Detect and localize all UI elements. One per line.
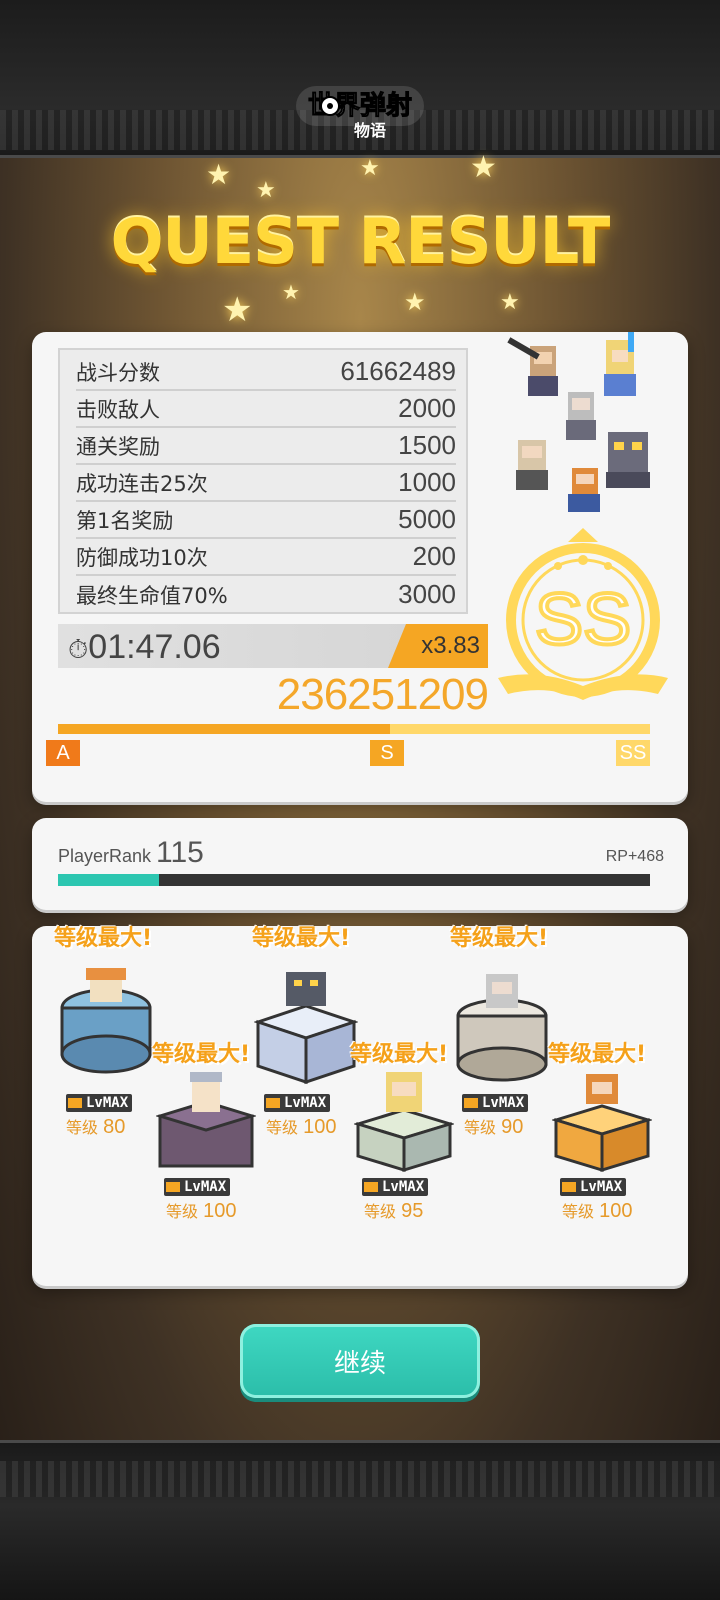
- stopwatch-icon: ⏱: [68, 634, 89, 664]
- score-row: 成功连击25次 1000: [76, 465, 456, 502]
- star-icon: ★: [206, 158, 232, 191]
- character-pedestal-icon: [60, 968, 152, 1074]
- score-row: 第1名奖励 5000: [76, 502, 456, 539]
- score-value: 200: [412, 541, 456, 571]
- star-icon: ★: [282, 280, 300, 304]
- page-title: QUEST RESULT: [110, 205, 611, 278]
- score-value: 2000: [398, 393, 456, 423]
- character-level: 等级 100: [166, 1200, 237, 1222]
- score-row: 战斗分数 61662489: [76, 354, 456, 391]
- checker-pattern: [0, 1461, 720, 1497]
- bottom-bar: [0, 1440, 720, 1600]
- grade-emblem: SS: [498, 528, 668, 700]
- rank-points-gain: RP+468: [605, 848, 664, 865]
- score-value: 1500: [398, 430, 456, 460]
- score-label: 第1名奖励: [76, 508, 174, 533]
- star-icon: ★: [222, 290, 253, 330]
- score-label: 防御成功10次: [76, 545, 208, 570]
- score-row: 击败敌人 2000: [76, 391, 456, 428]
- grade-text: SS: [535, 580, 631, 660]
- player-rank-progress-fill: [58, 874, 159, 886]
- score-label: 最终生命值70%: [76, 583, 228, 608]
- character-pedestal-icon: [156, 1072, 256, 1168]
- score-label: 通关奖励: [76, 434, 160, 459]
- level-max-badge: LvMAX: [462, 1094, 529, 1112]
- character-level: 等级 100: [266, 1116, 337, 1138]
- score-value: 5000: [398, 504, 456, 534]
- level-max-badge: LvMAX: [264, 1094, 331, 1112]
- svg-text:物语: 物语: [354, 121, 386, 140]
- grade-mark-ss: SS: [616, 740, 650, 766]
- star-icon: ★: [256, 178, 276, 203]
- player-rank-progress-track: [58, 874, 650, 886]
- character-pedestal-icon: [254, 972, 358, 1085]
- level-max-label: 等级最大!: [450, 926, 549, 951]
- character-level: 等级 100: [562, 1200, 633, 1222]
- score-row: 通关奖励 1500: [76, 428, 456, 465]
- score-value: 61662489: [340, 356, 456, 386]
- score-table: 战斗分数 61662489 击败敌人 2000 通关奖励 1500 成功连击25…: [58, 348, 468, 614]
- star-icon: ★: [470, 150, 497, 185]
- characters-panel: 等级最大! LvMAX 等级 80 等级最大! LvMAX 等级 100 等级最…: [32, 926, 688, 1286]
- score-row: 防御成功10次 200: [76, 539, 456, 576]
- star-icon: ★: [500, 290, 520, 315]
- score-row: 最终生命值70% 3000: [76, 576, 456, 613]
- level-max-badge: LvMAX: [362, 1178, 429, 1196]
- character-level: 等级 90: [464, 1116, 524, 1138]
- score-label: 战斗分数: [76, 360, 160, 385]
- star-icon: ★: [404, 288, 426, 316]
- character-level: 等级 80: [66, 1116, 126, 1138]
- timer: ⏱01:47.06: [68, 628, 221, 667]
- score-value: 1000: [398, 467, 456, 497]
- level-max-label: 等级最大!: [152, 1042, 251, 1067]
- character-pedestal-icon: [552, 1074, 652, 1173]
- result-panel: 战斗分数 61662489 击败敌人 2000 通关奖励 1500 成功连击25…: [32, 332, 688, 802]
- level-max-label: 等级最大!: [54, 926, 153, 951]
- continue-button[interactable]: 继续: [240, 1324, 480, 1398]
- level-max-badge: LvMAX: [66, 1094, 133, 1112]
- score-label: 击败敌人: [76, 397, 160, 422]
- level-max-badge: LvMAX: [560, 1178, 627, 1196]
- player-rank-panel: PlayerRank 115 RP+468: [32, 818, 688, 910]
- grade-progress-fill: [58, 724, 390, 734]
- grade-progress-track: [58, 724, 650, 734]
- player-rank-value: 115: [156, 836, 204, 869]
- character-pedestal-icon: [456, 974, 548, 1082]
- level-max-label: 等级最大!: [252, 926, 351, 951]
- character-sprite-icon: [507, 337, 558, 396]
- level-max-badge: LvMAX: [164, 1178, 231, 1196]
- game-logo: 世界弹射 物语: [296, 86, 424, 140]
- character-pedestal-icon: [354, 1072, 454, 1173]
- top-bar: 世界弹射 物语: [0, 0, 720, 158]
- score-label: 成功连击25次: [76, 471, 208, 496]
- grade-mark-a: A: [46, 740, 80, 766]
- party-sprites: [507, 332, 650, 512]
- score-value: 3000: [398, 579, 456, 609]
- level-max-label: 等级最大!: [548, 1042, 647, 1067]
- level-max-label: 等级最大!: [350, 1042, 449, 1067]
- player-rank-label: PlayerRank: [58, 846, 152, 866]
- total-score: 236251209: [276, 670, 489, 719]
- character-level: 等级 95: [364, 1200, 424, 1222]
- grade-mark-s: S: [370, 740, 404, 766]
- timer-value: 01:47.06: [88, 628, 221, 666]
- star-icon: ★: [360, 156, 380, 181]
